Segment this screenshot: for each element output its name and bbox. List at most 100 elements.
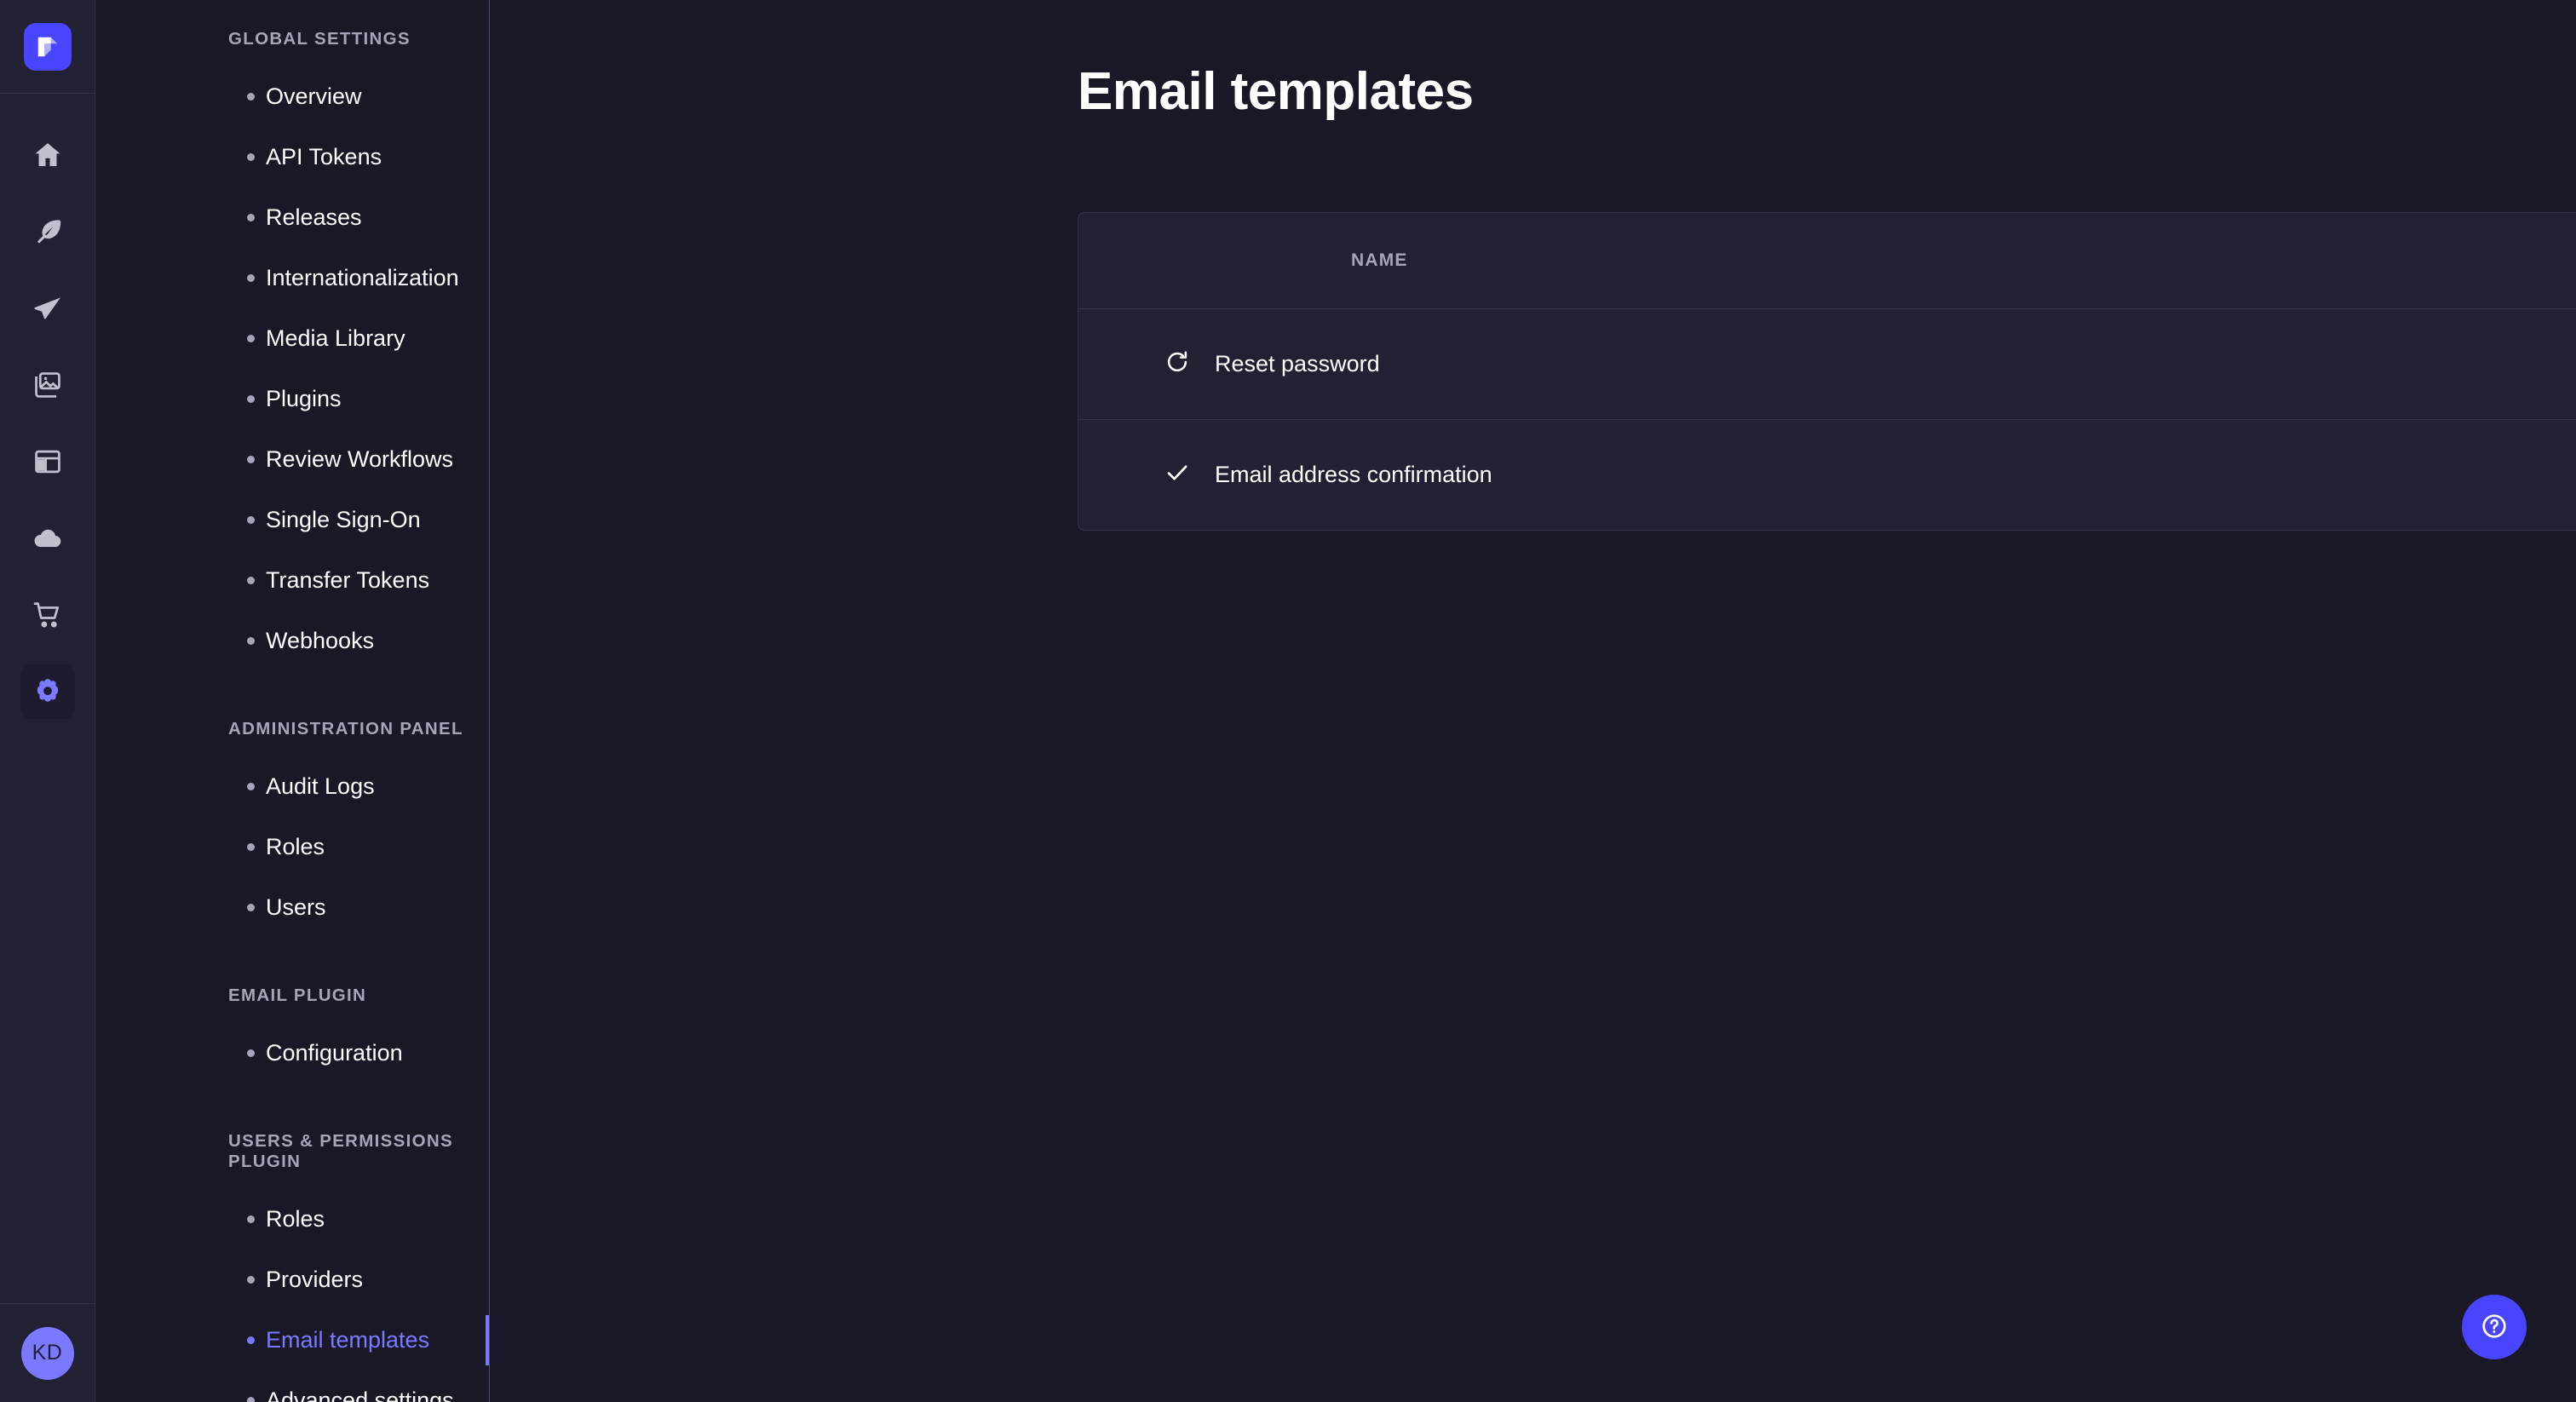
sidebar-item-email-templates[interactable]: Email templates bbox=[95, 1310, 489, 1370]
bullet-icon bbox=[247, 93, 255, 101]
sidebar-item-api-tokens[interactable]: API Tokens bbox=[95, 127, 489, 187]
feather-icon bbox=[32, 215, 64, 248]
settings-sidebar-inner: Global Settings Overview API Tokens Rele… bbox=[95, 0, 489, 1402]
home-icon bbox=[32, 139, 64, 171]
bullet-icon bbox=[247, 1049, 255, 1057]
sidebar-item-plugins[interactable]: Plugins bbox=[95, 369, 489, 429]
bullet-icon bbox=[247, 1215, 255, 1223]
rail-item-pages[interactable] bbox=[20, 434, 75, 489]
sidebar-item-advanced-settings[interactable]: Advanced settings bbox=[95, 1370, 489, 1402]
email-templates-table: Name R bbox=[1078, 213, 2576, 530]
rail-item-list bbox=[0, 94, 95, 1303]
rail-footer: KD bbox=[0, 1303, 95, 1402]
media-library-icon bbox=[32, 369, 64, 401]
sidebar-item-label: Internationalization bbox=[230, 265, 459, 291]
rail-item-home[interactable] bbox=[20, 128, 75, 182]
bullet-icon bbox=[247, 637, 255, 645]
bullet-icon bbox=[247, 783, 255, 790]
sidebar-section-title-global-settings: Global Settings bbox=[95, 29, 489, 49]
sidebar-section-title-users-permissions-plugin: Users & Permissions Plugin bbox=[95, 1131, 489, 1172]
check-icon bbox=[1164, 475, 1191, 490]
settings-sidebar: Global Settings Overview API Tokens Rele… bbox=[95, 0, 490, 1402]
row-name: Reset password bbox=[1215, 308, 2576, 419]
rail-item-media-library[interactable] bbox=[20, 358, 75, 412]
sidebar-item-label: Single Sign-On bbox=[230, 507, 421, 533]
sidebar-section-title-administration-panel: Administration Panel bbox=[95, 719, 489, 739]
page-title: Email templates bbox=[490, 0, 2576, 122]
sidebar-item-label: Transfer Tokens bbox=[230, 567, 429, 594]
strapi-logo-icon[interactable] bbox=[24, 23, 72, 71]
table-row[interactable]: Email address confirmation bbox=[1078, 419, 2576, 530]
layout-icon bbox=[32, 445, 64, 478]
bullet-icon bbox=[247, 335, 255, 342]
sidebar-item-webhooks[interactable]: Webhooks bbox=[95, 611, 489, 671]
sidebar-item-media-library[interactable]: Media Library bbox=[95, 308, 489, 369]
table-header-row: Name bbox=[1078, 213, 2576, 308]
sidebar-item-label: Configuration bbox=[230, 1040, 403, 1066]
bullet-icon bbox=[247, 516, 255, 524]
bullet-icon bbox=[247, 214, 255, 221]
gear-icon bbox=[32, 675, 64, 708]
sidebar-item-configuration[interactable]: Configuration bbox=[95, 1023, 489, 1083]
help-button[interactable] bbox=[2462, 1295, 2527, 1359]
sidebar-item-single-sign-on[interactable]: Single Sign-On bbox=[95, 490, 489, 550]
reset-arrow-icon bbox=[1164, 365, 1191, 379]
rail-item-cloud[interactable] bbox=[20, 511, 75, 566]
column-header-name: Name bbox=[1215, 213, 2576, 308]
bullet-icon bbox=[247, 904, 255, 911]
bullet-icon bbox=[247, 843, 255, 851]
sidebar-item-label: Roles bbox=[230, 1206, 325, 1232]
sidebar-item-transfer-tokens[interactable]: Transfer Tokens bbox=[95, 550, 489, 611]
cloud-icon bbox=[32, 522, 64, 554]
table-body: Reset password bbox=[1078, 308, 2576, 530]
sidebar-section-list-email-plugin: Configuration bbox=[95, 1023, 489, 1083]
primary-icon-rail: KD bbox=[0, 0, 95, 1402]
header-icon-cell bbox=[1078, 213, 1215, 308]
shopping-cart-icon bbox=[32, 599, 64, 631]
question-circle-icon bbox=[2479, 1311, 2510, 1344]
logo-container bbox=[0, 0, 95, 94]
app-root: KD Global Settings Overview API Tokens R… bbox=[0, 0, 2576, 1402]
row-status-icon-cell bbox=[1078, 308, 1215, 419]
sidebar-item-label: Users bbox=[230, 894, 326, 921]
sidebar-item-overview[interactable]: Overview bbox=[95, 66, 489, 127]
paper-plane-icon bbox=[32, 292, 64, 325]
sidebar-item-users[interactable]: Users bbox=[95, 877, 489, 938]
sidebar-item-label: Roles bbox=[230, 834, 325, 860]
sidebar-section-list-global-settings: Overview API Tokens Releases Internation… bbox=[95, 66, 489, 671]
sidebar-section-list-users-permissions-plugin: Roles Providers Email templates Advanced… bbox=[95, 1189, 489, 1402]
sidebar-item-internationalization[interactable]: Internationalization bbox=[95, 248, 489, 308]
rail-item-content-manager[interactable] bbox=[20, 204, 75, 259]
table-row[interactable]: Reset password bbox=[1078, 308, 2576, 419]
bullet-icon bbox=[247, 577, 255, 584]
rail-item-settings[interactable] bbox=[20, 664, 75, 719]
sidebar-item-releases[interactable]: Releases bbox=[95, 187, 489, 248]
sidebar-item-label: Email templates bbox=[230, 1327, 429, 1353]
bullet-icon bbox=[247, 1397, 255, 1402]
bullet-icon bbox=[247, 1276, 255, 1284]
row-status-icon-cell bbox=[1078, 419, 1215, 530]
sidebar-item-up-roles[interactable]: Roles bbox=[95, 1189, 489, 1250]
main-content: Email templates Name bbox=[490, 0, 2576, 1402]
bullet-icon bbox=[247, 274, 255, 282]
sidebar-item-label: Media Library bbox=[230, 325, 405, 352]
sidebar-item-label: Advanced settings bbox=[230, 1388, 454, 1402]
active-indicator bbox=[486, 1315, 489, 1365]
avatar[interactable]: KD bbox=[21, 1327, 74, 1380]
bullet-icon bbox=[247, 456, 255, 463]
sidebar-section-title-email-plugin: Email Plugin bbox=[95, 985, 489, 1006]
sidebar-item-audit-logs[interactable]: Audit Logs bbox=[95, 756, 489, 817]
sidebar-item-label: Review Workflows bbox=[230, 446, 453, 473]
bullet-icon bbox=[247, 153, 255, 161]
sidebar-item-providers[interactable]: Providers bbox=[95, 1250, 489, 1310]
sidebar-item-admin-roles[interactable]: Roles bbox=[95, 817, 489, 877]
sidebar-section-list-administration-panel: Audit Logs Roles Users bbox=[95, 756, 489, 938]
email-templates-card: Name R bbox=[1078, 212, 2576, 531]
row-name: Email address confirmation bbox=[1215, 419, 2576, 530]
rail-item-marketplace[interactable] bbox=[20, 588, 75, 642]
bullet-icon bbox=[247, 1336, 255, 1344]
table-head: Name bbox=[1078, 213, 2576, 308]
sidebar-item-review-workflows[interactable]: Review Workflows bbox=[95, 429, 489, 490]
rail-item-content-type-builder[interactable] bbox=[20, 281, 75, 336]
bullet-icon bbox=[247, 395, 255, 403]
